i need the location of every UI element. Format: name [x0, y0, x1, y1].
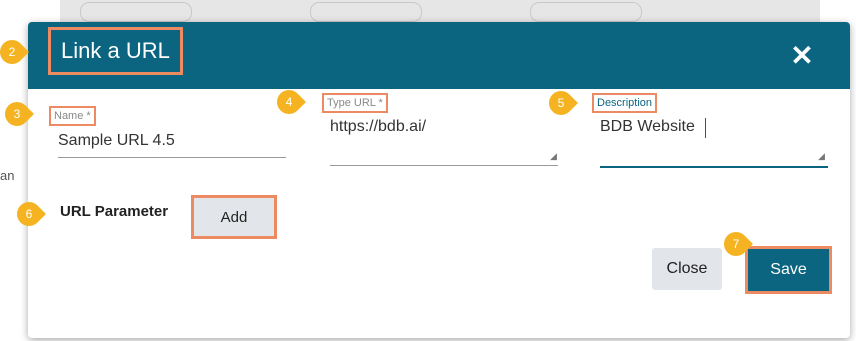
close-icon[interactable]: ✕: [788, 42, 816, 70]
dialog-header: Link a URL ✕: [28, 22, 850, 89]
background-decoration: [530, 2, 642, 22]
description-label: Description: [592, 93, 658, 113]
name-input-underline: [58, 157, 286, 158]
description-input[interactable]: BDB Website: [600, 118, 695, 136]
name-label: Name *: [49, 106, 96, 126]
type-url-input[interactable]: https://bdb.ai/: [330, 118, 426, 136]
background-text-fragment: an: [0, 168, 15, 183]
save-button[interactable]: Save: [745, 246, 832, 294]
description-underline: [600, 166, 828, 168]
callout-marker: 5: [549, 91, 573, 115]
callout-marker: 4: [277, 90, 301, 114]
resize-handle-icon[interactable]: ◢: [550, 152, 558, 161]
url-parameter-label: URL Parameter: [60, 203, 169, 220]
type-url-label: Type URL *: [322, 93, 388, 113]
background-decoration: [310, 2, 422, 22]
text-cursor: [705, 118, 706, 138]
name-input[interactable]: Sample URL 4.5: [58, 132, 175, 150]
link-url-dialog: Link a URL ✕ Name * Sample URL 4.5 Type …: [28, 22, 850, 338]
callout-marker: 2: [0, 40, 24, 64]
background-toolbar: [60, 0, 820, 22]
close-button[interactable]: Close: [652, 248, 722, 290]
callout-marker: 3: [5, 102, 29, 126]
resize-handle-icon[interactable]: ◢: [818, 152, 826, 161]
callout-marker: 6: [17, 202, 41, 226]
background-decoration: [80, 2, 192, 22]
dialog-title: Link a URL: [48, 27, 183, 75]
add-parameter-button[interactable]: Add: [191, 195, 277, 239]
callout-marker: 7: [724, 232, 748, 256]
type-url-underline: [330, 165, 558, 166]
